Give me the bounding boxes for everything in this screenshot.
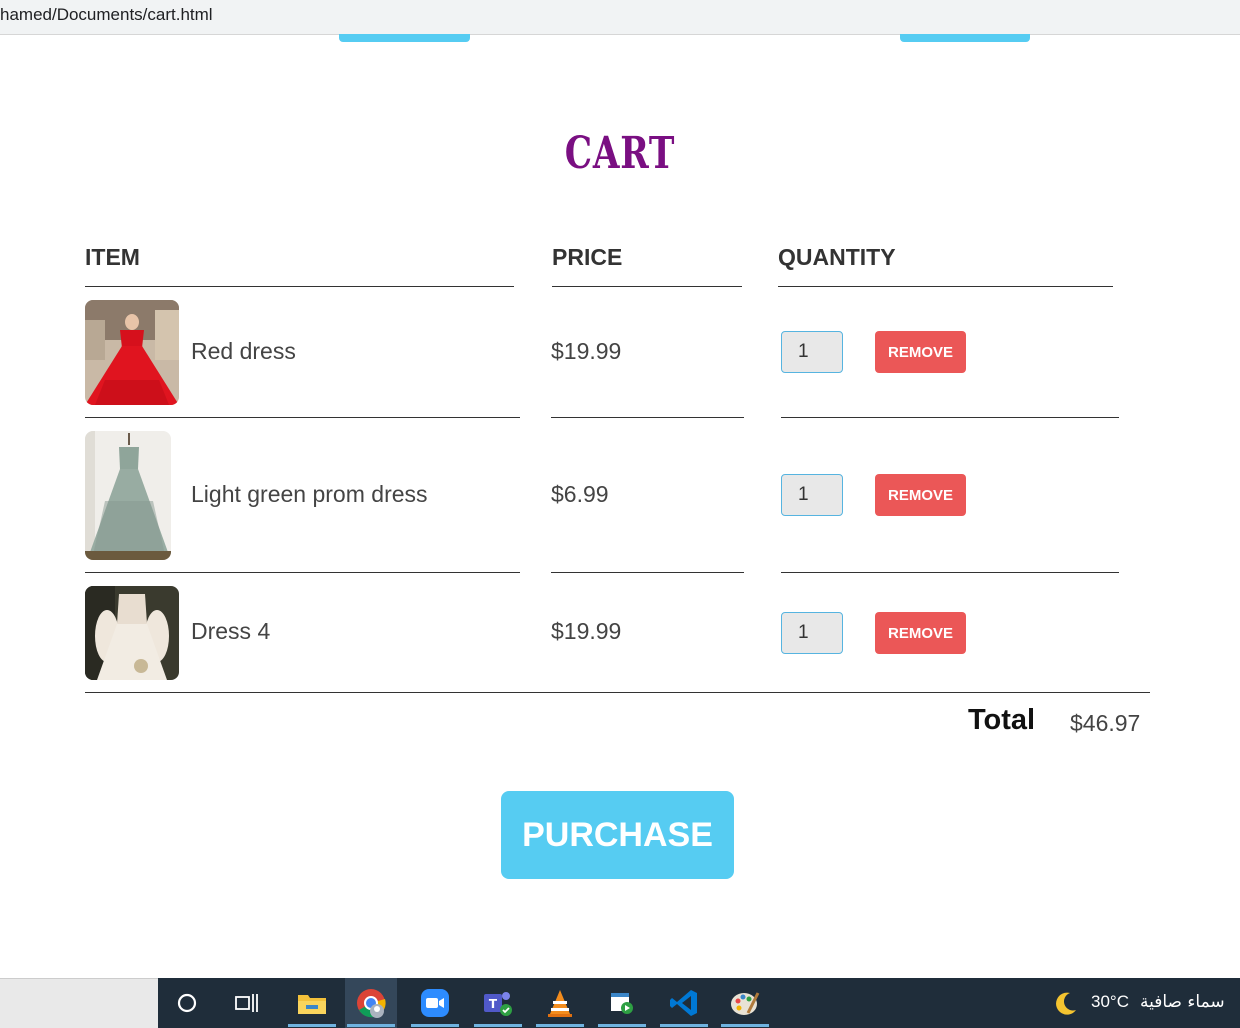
paint-icon[interactable] — [719, 978, 771, 1028]
row-divider — [551, 572, 744, 573]
header-divider — [552, 286, 742, 287]
row-divider — [781, 417, 1119, 418]
vlc-icon[interactable] — [534, 978, 586, 1028]
chrome-icon[interactable] — [345, 978, 397, 1028]
quantity-input[interactable]: 1 — [781, 612, 843, 654]
product-image-dress-4 — [85, 586, 179, 680]
header-divider — [778, 286, 1113, 287]
item-name: Dress 4 — [191, 618, 271, 644]
taskbar: T — [158, 978, 1240, 1028]
nav-button-partial[interactable] — [900, 34, 1030, 42]
product-image-light-green-dress — [85, 431, 171, 560]
taskbar-search-area[interactable] — [0, 978, 158, 1028]
total-value: $46.97 — [1070, 710, 1141, 736]
purchase-button[interactable]: PURCHASE — [501, 791, 734, 879]
header-divider — [85, 286, 514, 287]
page-title: CART — [564, 128, 676, 179]
svg-text:T: T — [489, 997, 498, 1011]
item-name: Red dress — [191, 338, 296, 364]
media-app-icon[interactable] — [596, 978, 648, 1028]
row-divider — [551, 417, 744, 418]
address-url[interactable]: hamed/Documents/cart.html — [0, 5, 213, 25]
teams-icon[interactable]: T — [472, 978, 524, 1028]
row-divider — [85, 572, 520, 573]
item-price: $19.99 — [551, 618, 622, 644]
remove-button[interactable]: REMOVE — [875, 474, 966, 516]
task-view-icon[interactable] — [221, 978, 273, 1028]
quantity-input[interactable]: 1 — [781, 331, 843, 373]
row-divider — [781, 572, 1119, 573]
item-price: $6.99 — [551, 481, 609, 507]
column-header-price: PRICE — [552, 244, 623, 270]
moon-icon[interactable] — [1040, 978, 1092, 1028]
file-explorer-icon[interactable] — [286, 978, 338, 1028]
nav-button-partial[interactable] — [339, 34, 470, 42]
column-header-quantity: QUANTITY — [778, 244, 896, 270]
item-price: $19.99 — [551, 338, 622, 364]
weather-description[interactable]: سماء صافية — [1140, 992, 1225, 1012]
column-header-item: ITEM — [85, 244, 140, 270]
total-label: Total — [968, 704, 1036, 736]
search-icon[interactable] — [161, 978, 213, 1028]
zoom-icon[interactable] — [409, 978, 461, 1028]
quantity-input[interactable]: 1 — [781, 474, 843, 516]
product-image-red-dress — [85, 300, 179, 405]
row-divider — [85, 417, 520, 418]
vscode-icon[interactable] — [658, 978, 710, 1028]
total-divider — [85, 692, 1150, 693]
remove-button[interactable]: REMOVE — [875, 331, 966, 373]
remove-button[interactable]: REMOVE — [875, 612, 966, 654]
weather-temperature[interactable]: 30°C — [1091, 992, 1129, 1012]
browser-address-bar[interactable]: hamed/Documents/cart.html — [0, 0, 1240, 35]
item-name: Light green prom dress — [191, 481, 428, 507]
